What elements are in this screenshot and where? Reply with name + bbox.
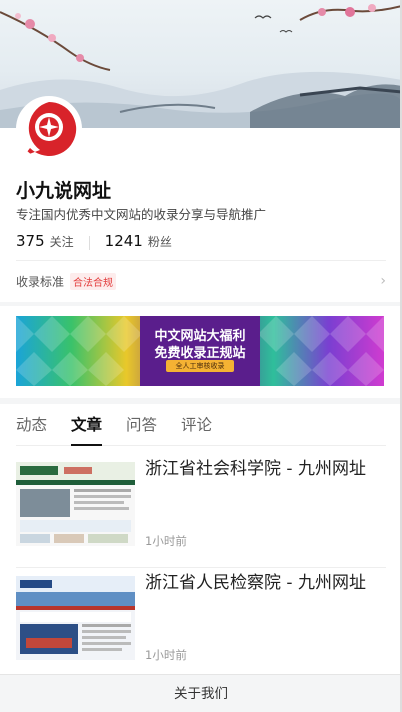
page: 小九说网址 专注国内优秀中文网站的收录分享与导航推广 375 关注 1241 粉… — [0, 0, 402, 712]
stats-divider — [88, 236, 90, 250]
following-count[interactable]: 375 — [16, 232, 45, 250]
article-time: 1小时前 — [145, 648, 187, 662]
standard-label: 收录标准 — [16, 274, 65, 289]
followers-count[interactable]: 1241 — [105, 232, 143, 250]
ad-subheadline: 免费收录正规站 — [154, 346, 246, 361]
article-title[interactable]: 浙江省社会科学院 - 九州网址 — [145, 456, 386, 482]
profile-stats: 375 关注 1241 粉丝 — [16, 232, 172, 254]
standard-badge: 合法合规 — [70, 272, 117, 290]
tab-bar: 动态 文章 问答 评论 — [16, 404, 386, 446]
article-text: 浙江省社会科学院 - 九州网址 1小时前 — [145, 456, 386, 567]
standard-row[interactable]: 收录标准 合法合规 › — [16, 268, 386, 294]
article-thumbnail[interactable] — [16, 576, 135, 660]
article-thumbnail[interactable] — [16, 462, 135, 546]
content-section: 动态 文章 问答 评论 浙江省社会科学院 - 九州网址 1小时前 浙江省人民检察… — [0, 404, 402, 674]
following-label[interactable]: 关注 — [50, 233, 74, 250]
profile-card: 小九说网址 专注国内优秀中文网站的收录分享与导航推广 375 关注 1241 粉… — [0, 96, 402, 302]
profile-name: 小九说网址 — [16, 180, 112, 202]
article-text: 浙江省人民检察院 - 九州网址 1小时前 — [145, 570, 386, 682]
tab-dynamics[interactable]: 动态 — [16, 404, 47, 446]
followers-label[interactable]: 粉丝 — [148, 233, 172, 250]
website-screenshot-icon — [16, 576, 135, 660]
chevron-right-icon: › — [380, 273, 386, 289]
list-item[interactable]: 浙江省社会科学院 - 九州网址 1小时前 — [16, 456, 386, 568]
ad-note: 全人工审核收录 — [175, 362, 225, 370]
ad-section: 中文网站大福利 免费收录正规站 全人工审核收录 — [0, 306, 402, 398]
divider — [16, 260, 386, 261]
tab-articles[interactable]: 文章 — [71, 404, 103, 446]
avatar[interactable] — [16, 96, 82, 162]
ad-banner[interactable]: 中文网站大福利 免费收录正规站 全人工审核收录 — [16, 316, 384, 386]
article-title[interactable]: 浙江省人民检察院 - 九州网址 — [145, 570, 386, 596]
tab-qa[interactable]: 问答 — [126, 404, 157, 446]
tab-comments[interactable]: 评论 — [181, 404, 212, 446]
about-us-link[interactable]: 关于我们 — [0, 674, 402, 712]
list-item[interactable]: 浙江省人民检察院 - 九州网址 1小时前 — [16, 570, 386, 682]
logo-icon — [18, 98, 80, 160]
profile-description: 专注国内优秀中文网站的收录分享与导航推广 — [16, 207, 267, 222]
article-time: 1小时前 — [145, 534, 187, 548]
website-screenshot-icon — [16, 462, 135, 546]
